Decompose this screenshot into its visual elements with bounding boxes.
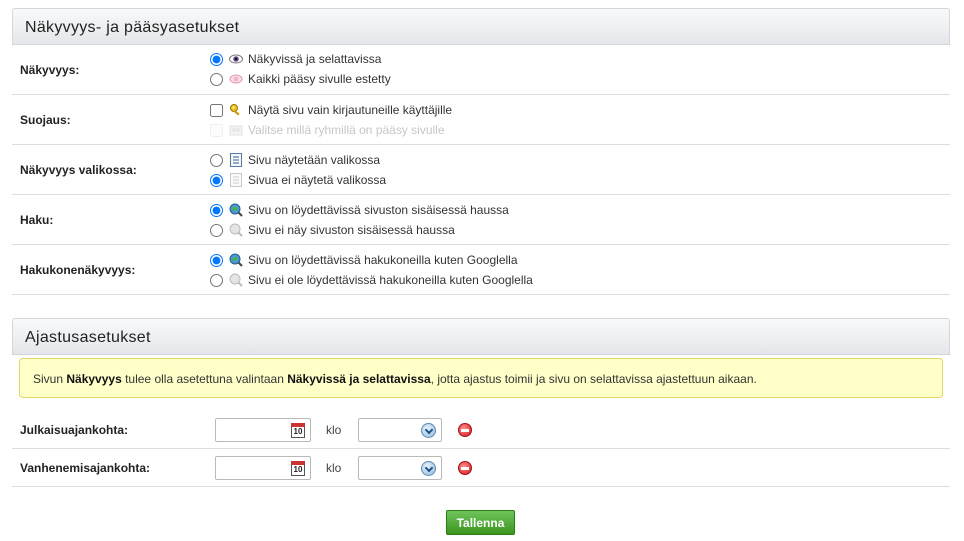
protection-label: Suojaus: <box>20 113 71 127</box>
key-icon <box>229 103 243 117</box>
eye-icon <box>229 52 243 66</box>
expire-time-select[interactable] <box>358 456 442 480</box>
calendar-icon[interactable]: 10 <box>291 423 305 438</box>
menu-visibility-label: Näkyvyys valikossa: <box>20 163 137 177</box>
option-select-groups: Valitse millä ryhmillä on pääsy sivulle <box>210 121 445 139</box>
expire-time-row: Vanhenemisajankohta: 10 klo <box>12 449 950 487</box>
option-show-in-menu[interactable]: Sivu näytetään valikossa <box>210 151 380 169</box>
visibility-label: Näkyvyys: <box>20 63 80 77</box>
show-in-menu-radio[interactable] <box>210 153 223 167</box>
remove-icon[interactable] <box>458 461 472 475</box>
search-engine-label: Hakukonenäkyvyys: <box>20 263 136 277</box>
option-label: Kaikki pääsy sivulle estetty <box>248 72 391 86</box>
hide-in-menu-radio[interactable] <box>210 173 223 187</box>
expire-label: Vanhenemisajankohta: <box>20 461 151 475</box>
menu-visibility-row: Näkyvyys valikossa: Sivu näytetään valik… <box>12 145 950 195</box>
publish-time-row: Julkaisuajankohta: 10 klo <box>12 411 950 449</box>
internal-search-off-radio[interactable] <box>210 223 223 237</box>
publish-time-select[interactable] <box>358 418 442 442</box>
search-globe-disabled-icon <box>229 223 243 237</box>
chevron-down-icon[interactable] <box>421 423 436 438</box>
option-logged-in-only[interactable]: Näytä sivu vain kirjautuneille käyttäjil… <box>210 101 452 119</box>
option-visible[interactable]: Näkyvissä ja selattavissa <box>210 50 381 68</box>
calendar-icon[interactable]: 10 <box>291 461 305 476</box>
visibility-panel-title: Näkyvyys- ja pääsyasetukset <box>12 8 950 45</box>
option-label: Sivu näytetään valikossa <box>248 153 381 167</box>
option-label: Sivu ei ole löydettävissä hakukoneilla k… <box>248 273 533 287</box>
option-internal-search-off[interactable]: Sivu ei näy sivuston sisäisessä haussa <box>210 221 455 239</box>
klo-label: klo <box>326 461 342 475</box>
notice-bold-visibility: Näkyvyys <box>66 372 122 386</box>
option-label: Sivua ei näytetä valikossa <box>248 173 387 187</box>
option-search-engine-on[interactable]: Sivu on löydettävissä hakukoneilla kuten… <box>210 251 518 269</box>
group-icon <box>229 123 243 137</box>
option-label: Sivu on löydettävissä sivuston sisäisess… <box>248 203 509 217</box>
hidden-eye-icon <box>229 72 243 86</box>
notice-text: , jotta ajastus toimii ja sivu on selatt… <box>430 372 757 386</box>
option-label: Valitse millä ryhmillä on pääsy sivulle <box>248 123 445 137</box>
groups-checkbox <box>210 123 223 137</box>
publish-label: Julkaisuajankohta: <box>20 423 129 437</box>
internal-search-on-radio[interactable] <box>210 203 223 217</box>
search-globe-icon <box>229 203 243 217</box>
notice-bold-option: Näkyvissä ja selattavissa <box>287 372 431 386</box>
remove-icon[interactable] <box>458 423 472 437</box>
menu-list-icon <box>229 153 243 167</box>
schedule-panel-title: Ajastusasetukset <box>12 318 950 355</box>
option-hidden[interactable]: Kaikki pääsy sivulle estetty <box>210 70 391 88</box>
option-internal-search-on[interactable]: Sivu on löydettävissä sivuston sisäisess… <box>210 201 509 219</box>
search-globe-icon <box>229 253 243 267</box>
option-label: Sivu ei näy sivuston sisäisessä haussa <box>248 223 455 237</box>
option-label: Näkyvissä ja selattavissa <box>248 52 382 66</box>
search-row: Haku: Sivu on löydettävissä sivuston sis… <box>12 195 950 245</box>
protection-row: Suojaus: Näytä sivu vain kirjautuneille … <box>12 95 950 145</box>
publish-date-input[interactable]: 10 <box>215 418 311 442</box>
chevron-down-icon[interactable] <box>421 461 436 476</box>
option-label: Sivu on löydettävissä hakukoneilla kuten… <box>248 253 518 267</box>
notice-text: Sivun <box>33 372 67 386</box>
search-engine-on-radio[interactable] <box>210 253 223 267</box>
notice-text: tulee olla asetettuna valintaan <box>121 372 288 386</box>
expire-date-input[interactable]: 10 <box>215 456 311 480</box>
search-label: Haku: <box>20 213 54 227</box>
search-engine-row: Hakukonenäkyvyys: Sivu on löydettävissä … <box>12 245 950 295</box>
search-engine-off-radio[interactable] <box>210 273 223 287</box>
visibility-row: Näkyvyys: Näkyvissä ja selattavissa Kaik… <box>12 45 950 95</box>
save-button[interactable]: Tallenna <box>446 510 515 535</box>
option-search-engine-off[interactable]: Sivu ei ole löydettävissä hakukoneilla k… <box>210 271 533 289</box>
klo-label: klo <box>326 423 342 437</box>
visible-radio[interactable] <box>210 52 223 66</box>
hidden-radio[interactable] <box>210 72 223 86</box>
search-globe-disabled-icon <box>229 273 243 287</box>
schedule-notice: Sivun Näkyvyys tulee olla asetettuna val… <box>19 358 943 398</box>
option-hide-in-menu[interactable]: Sivua ei näytetä valikossa <box>210 171 386 189</box>
logged-in-checkbox[interactable] <box>210 103 223 117</box>
menu-hidden-icon <box>229 173 243 187</box>
option-label: Näytä sivu vain kirjautuneille käyttäjil… <box>248 103 453 117</box>
